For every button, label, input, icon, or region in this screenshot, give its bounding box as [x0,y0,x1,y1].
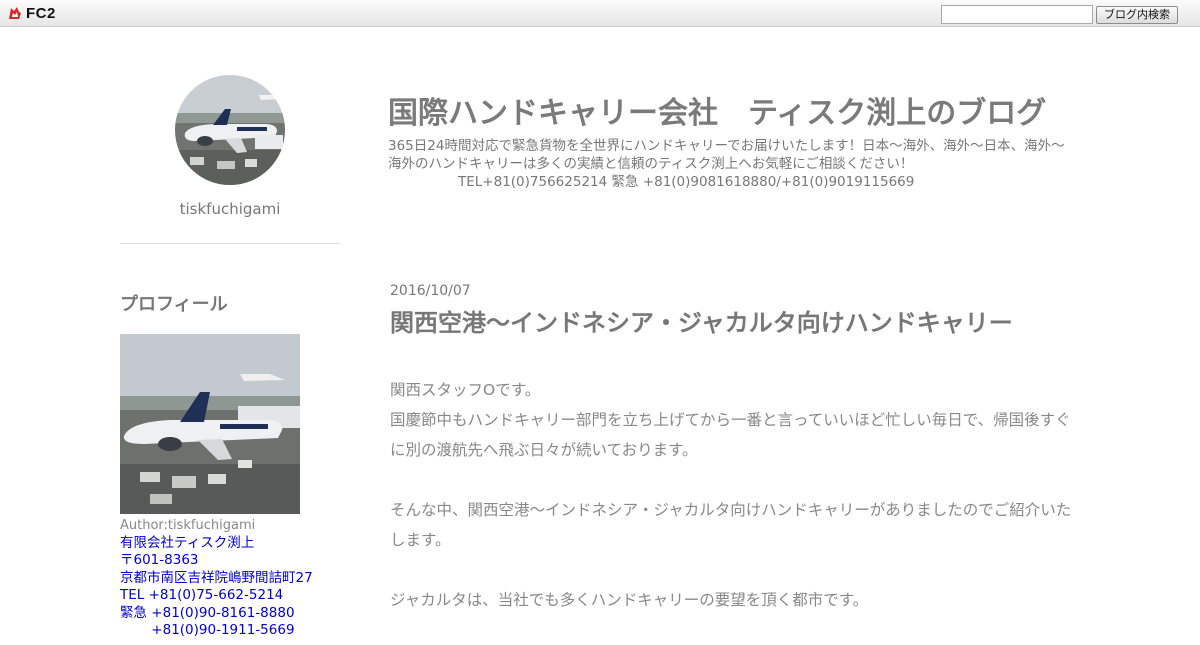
fc2-logo-icon [9,7,21,19]
airport-photo-icon [175,75,285,185]
author-avatar[interactable] [175,75,285,185]
company-name-link[interactable]: 有限会社ティスク渕上 [120,535,350,553]
profile-heading: プロフィール [120,294,228,315]
fc2-toolbar: FC2 ブログ内検索 [0,0,1200,27]
airport-photo-icon [120,334,300,514]
blog-title[interactable]: 国際ハンドキャリー会社 ティスク渕上のブログ [388,88,1046,132]
fc2-logo-link[interactable]: FC2 [7,4,56,22]
entry-date: 2016/10/07 [390,283,471,299]
blog-description-text: 365日24時間対応で緊急貨物を全世界にハンドキャリーでお届けいたします！日本～… [388,138,1065,172]
emergency-tel-link-2[interactable]: +81(0)90-1911-5669 [120,622,350,640]
profile-info: Author:tiskfuchigami 有限会社ティスク渕上 〒601-836… [120,517,350,640]
emergency-tel-link-1[interactable]: 緊急 +81(0)90-8161-8880 [120,605,350,623]
entry-title[interactable]: 関西空港～インドネシア・ジャカルタ向けハンドキャリー [390,303,1013,338]
entry-paragraph: 関西スタッフOです。 [390,381,541,399]
profile-photo [120,334,300,514]
blog-description: 365日24時間対応で緊急貨物を全世界にハンドキャリーでお届けいたします！日本～… [388,137,1078,191]
entry-body: 関西スタッフOです。 国慶節中もハンドキャリー部門を立ち上げてから一番と言ってい… [390,375,1080,645]
address-link[interactable]: 京都市南区吉祥院嶋野間詰町27 [120,570,350,588]
sidebar-divider [120,243,340,244]
blog-search-input[interactable] [941,5,1093,24]
postal-code-link[interactable]: 〒601-8363 [120,552,350,570]
tel-link[interactable]: TEL +81(0)75-662-5214 [120,587,350,605]
fc2-logo-text: FC2 [26,4,56,22]
entry-paragraph-group: 関西スタッフOです。 国慶節中もハンドキャリー部門を立ち上げてから一番と言ってい… [390,375,1080,465]
blog-tel-line: TEL+81(0)756625214 緊急 +81(0)9081618880/+… [458,174,915,190]
author-line: Author:tiskfuchigami [120,518,256,533]
entry-paragraph: 国慶節中もハンドキャリー部門を立ち上げてから一番と言っていいほど忙しい毎日で、帰… [390,411,1071,459]
blog-search-button[interactable]: ブログ内検索 [1096,6,1178,24]
entry-paragraph: ジャカルタは、当社でも多くハンドキャリーの要望を頂く都市です。 [390,591,869,609]
author-name: tiskfuchigami [179,200,281,218]
entry-paragraph: そんな中、関西空港～インドネシア・ジャカルタ向けハンドキャリーがありましたのでご… [390,501,1072,549]
